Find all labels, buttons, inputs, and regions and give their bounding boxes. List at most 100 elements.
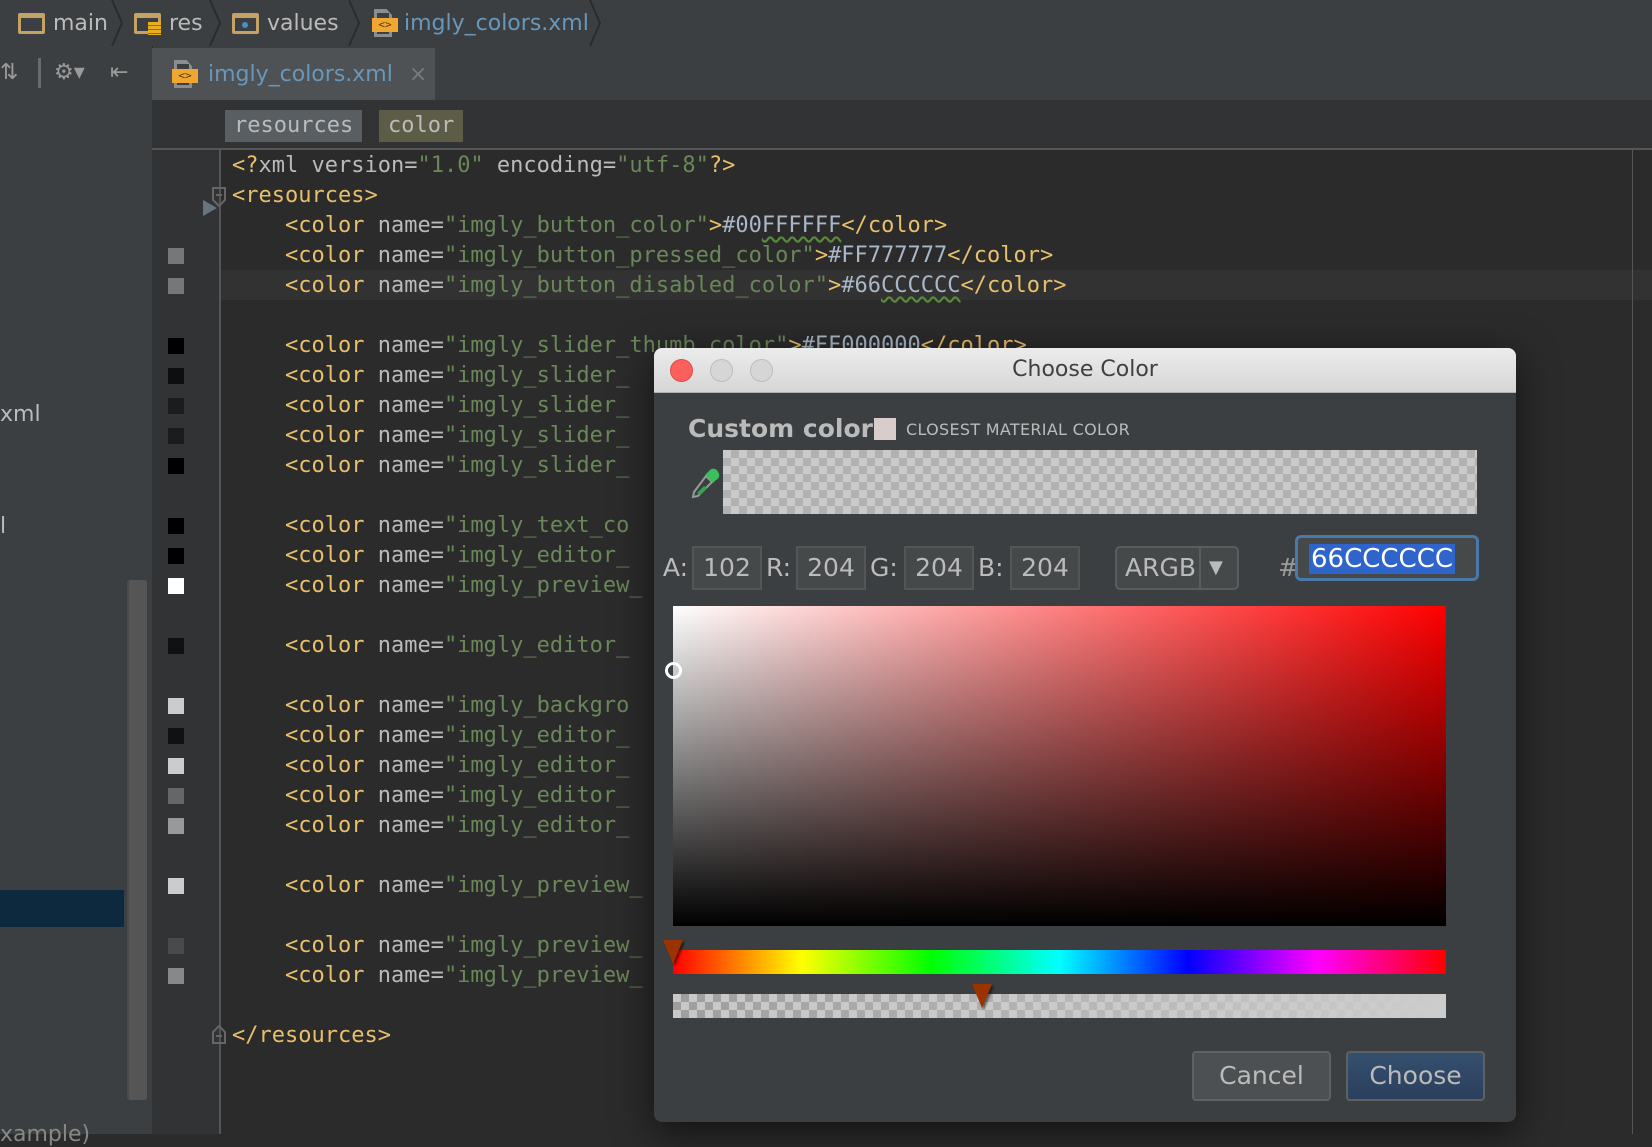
close-tab-icon[interactable]: × xyxy=(409,62,427,87)
gutter-color-swatch[interactable] xyxy=(168,428,184,444)
gutter-color-swatch[interactable] xyxy=(168,788,184,804)
blue-field[interactable]: 204 xyxy=(1010,546,1080,590)
code-line[interactable]: <color name="imgly_editor_ xyxy=(232,721,629,751)
code-line[interactable]: <?xml version="1.0" encoding="utf-8"?> xyxy=(232,151,735,181)
fold-end-marker-icon[interactable] xyxy=(210,1023,230,1047)
gutter-color-swatch[interactable] xyxy=(168,728,184,744)
tag-path-color[interactable]: color xyxy=(379,110,464,142)
gutter-color-swatch[interactable] xyxy=(168,518,184,534)
gutter-color-swatch[interactable] xyxy=(168,698,184,714)
red-field[interactable]: 204 xyxy=(796,546,866,590)
code-token: name= xyxy=(377,513,444,538)
code-token: <color xyxy=(232,633,378,658)
color-mode-select[interactable]: ARGB ▼ xyxy=(1115,546,1239,590)
gutter-color-swatch[interactable] xyxy=(168,938,184,954)
project-tree-item[interactable]: xample) xyxy=(0,1122,90,1147)
project-tree-item[interactable]: xml xyxy=(0,402,41,427)
alpha-slider-thumb[interactable] xyxy=(972,984,993,1008)
code-line[interactable]: <color name="imgly_button_color">#00FFFF… xyxy=(232,211,947,241)
hue-slider-thumb[interactable] xyxy=(663,940,683,964)
code-line[interactable]: <color name="imgly_slider_ xyxy=(232,391,629,421)
code-token: name= xyxy=(377,753,444,778)
chevron-down-icon: ▼ xyxy=(1209,557,1223,578)
hue-slider[interactable] xyxy=(673,950,1446,974)
gutter-color-swatch[interactable] xyxy=(168,758,184,774)
code-token: "1.0" xyxy=(417,153,484,178)
gutter-color-swatch[interactable] xyxy=(168,638,184,654)
saturation-brightness-panel[interactable] xyxy=(673,606,1446,926)
gutter-color-swatch[interactable] xyxy=(168,818,184,834)
code-token: name= xyxy=(377,423,444,448)
code-line[interactable]: <color name="imgly_preview_ xyxy=(232,871,643,901)
code-line[interactable]: <color name="imgly_preview_ xyxy=(232,571,643,601)
green-field[interactable]: 204 xyxy=(904,546,974,590)
hide-panel-icon[interactable]: ⇤ xyxy=(110,60,128,86)
gutter-color-swatch[interactable] xyxy=(168,248,184,264)
gutter-color-swatch[interactable] xyxy=(168,398,184,414)
saturation-brightness-thumb[interactable] xyxy=(665,662,682,679)
fold-marker-icon[interactable] xyxy=(203,186,231,220)
code-token: "imgly_preview_ xyxy=(443,573,643,598)
gutter-color-swatch[interactable] xyxy=(168,458,184,474)
project-panel-scrollbar[interactable] xyxy=(127,580,147,1100)
code-line[interactable]: <resources> xyxy=(232,181,378,211)
code-line[interactable]: <color name="imgly_slider_ xyxy=(232,451,629,481)
code-token: <? xyxy=(232,153,259,178)
breadcrumb-item-values[interactable]: values xyxy=(232,0,339,46)
gutter-color-swatch[interactable] xyxy=(168,278,184,294)
code-line[interactable]: <color name="imgly_preview_ xyxy=(232,931,643,961)
code-line[interactable]: <color name="imgly_slider_ xyxy=(232,421,629,451)
gutter-color-swatch[interactable] xyxy=(168,368,184,384)
dialog-titlebar[interactable]: Choose Color xyxy=(654,348,1516,393)
code-line[interactable]: <color name="imgly_button_disabled_color… xyxy=(232,271,1067,301)
code-token: name= xyxy=(377,573,444,598)
code-token: <color xyxy=(232,273,378,298)
project-tree-selected-row[interactable] xyxy=(0,890,124,927)
alpha-field[interactable]: 102 xyxy=(692,546,762,590)
breadcrumb-label: imgly_colors.xml xyxy=(404,10,589,36)
code-token: "imgly_editor_ xyxy=(443,543,630,568)
code-line[interactable]: <color name="imgly_editor_ xyxy=(232,811,629,841)
alpha-slider[interactable] xyxy=(673,994,1446,1018)
tag-path-resources[interactable]: resources xyxy=(225,110,363,142)
gutter-color-swatch[interactable] xyxy=(168,968,184,984)
code-line[interactable]: <color name="imgly_editor_ xyxy=(232,781,629,811)
code-line[interactable]: <color name="imgly_button_pressed_color"… xyxy=(232,241,1053,271)
code-token: name= xyxy=(377,633,444,658)
code-token: name= xyxy=(377,453,444,478)
code-token: ?> xyxy=(708,153,736,178)
gutter-color-swatch[interactable] xyxy=(168,338,184,354)
breadcrumb-item-file[interactable]: <> imgly_colors.xml xyxy=(372,0,589,46)
code-line[interactable]: <color name="imgly_editor_ xyxy=(232,631,629,661)
code-token: <color xyxy=(232,333,378,358)
gutter-color-swatch[interactable] xyxy=(168,878,184,894)
breadcrumb-item-main[interactable]: main xyxy=(18,0,108,46)
gutter-color-swatch[interactable] xyxy=(168,548,184,564)
project-tree-item[interactable]: l xyxy=(0,514,6,539)
breadcrumb-label: res xyxy=(169,10,203,36)
tab-imgly-colors-xml[interactable]: <> imgly_colors.xml × xyxy=(152,48,435,100)
code-line[interactable]: <color name="imgly_editor_ xyxy=(232,751,629,781)
gutter-color-swatch[interactable] xyxy=(168,578,184,594)
code-token: name= xyxy=(377,273,444,298)
cancel-button[interactable]: Cancel xyxy=(1192,1051,1331,1101)
choose-button[interactable]: Choose xyxy=(1346,1051,1485,1101)
hex-input[interactable]: 66CCCCCC xyxy=(1295,535,1479,581)
code-token: name= xyxy=(377,213,444,238)
closest-material-color-swatch[interactable] xyxy=(874,418,896,440)
code-line[interactable]: <color name="imgly_editor_ xyxy=(232,541,629,571)
breadcrumb-item-res[interactable]: res xyxy=(134,0,203,46)
code-line[interactable]: <color name="imgly_backgro xyxy=(232,691,629,721)
code-token: name= xyxy=(377,543,444,568)
code-line[interactable]: </resources> xyxy=(232,1021,391,1051)
code-token: <color xyxy=(232,423,378,448)
code-token: xml version= xyxy=(258,153,418,178)
eyedropper-icon[interactable] xyxy=(688,466,722,500)
code-token: <color xyxy=(232,963,378,988)
gear-icon[interactable]: ⚙▾ xyxy=(54,60,85,86)
color-mode-value: ARGB xyxy=(1125,553,1196,582)
code-line[interactable]: <color name="imgly_preview_ xyxy=(232,961,643,991)
code-line[interactable]: <color name="imgly_text_co xyxy=(232,511,629,541)
code-line[interactable]: <color name="imgly_slider_ xyxy=(232,361,629,391)
collapse-all-icon[interactable]: ⇅ xyxy=(0,60,18,86)
